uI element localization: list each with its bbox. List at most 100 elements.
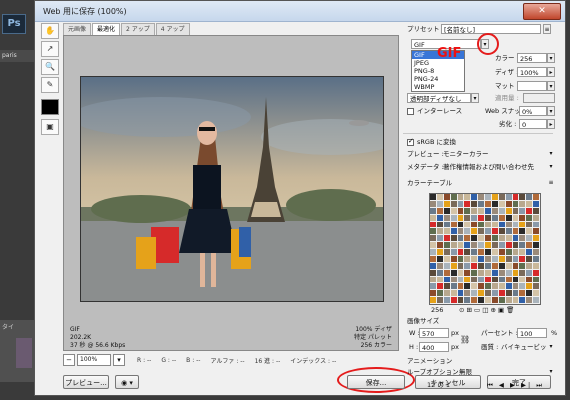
color-swatch[interactable] xyxy=(471,200,479,208)
color-swatch[interactable] xyxy=(533,242,540,249)
color-swatch[interactable] xyxy=(505,242,513,249)
color-swatch[interactable] xyxy=(505,283,513,291)
color-swatch[interactable] xyxy=(533,283,540,291)
color-swatch[interactable] xyxy=(464,283,472,291)
metadata-dropdown-icon[interactable]: ▾ xyxy=(547,162,555,172)
color-swatch[interactable] xyxy=(498,221,506,229)
loop-options-select[interactable]: 無限 xyxy=(457,367,547,377)
color-swatch[interactable] xyxy=(526,228,534,236)
color-swatch[interactable] xyxy=(450,297,458,304)
color-swatch[interactable] xyxy=(450,290,458,298)
color-swatch[interactable] xyxy=(519,207,527,215)
color-swatch[interactable] xyxy=(485,242,492,249)
color-swatch[interactable] xyxy=(526,194,534,201)
color-swatch[interactable] xyxy=(430,249,437,256)
color-swatch[interactable] xyxy=(512,228,520,236)
color-swatch[interactable] xyxy=(471,194,479,201)
color-swatch[interactable] xyxy=(526,262,534,270)
color-swatch[interactable] xyxy=(498,269,506,277)
color-swatch[interactable] xyxy=(450,283,458,291)
color-swatch[interactable] xyxy=(471,276,479,284)
color-swatch[interactable] xyxy=(457,207,465,215)
animation-controls[interactable]: ⏮ ◀ ▶ ▶| ⏭ xyxy=(487,379,544,391)
color-swatch[interactable] xyxy=(430,276,437,284)
color-swatch[interactable] xyxy=(519,297,527,304)
color-swatch[interactable] xyxy=(443,283,451,291)
interlace-checkbox[interactable] xyxy=(407,108,414,115)
color-swatch[interactable] xyxy=(478,200,485,208)
color-swatch[interactable] xyxy=(505,290,513,298)
metadata-select[interactable]: 著作権情報および問い合わせ先 xyxy=(441,162,547,172)
color-swatch[interactable] xyxy=(457,194,465,201)
color-swatch[interactable] xyxy=(457,283,465,291)
color-swatch[interactable] xyxy=(533,207,540,215)
color-swatch[interactable] xyxy=(505,262,513,270)
color-swatch[interactable] xyxy=(491,235,499,243)
color-swatch[interactable] xyxy=(526,276,534,284)
color-swatch[interactable] xyxy=(436,242,444,249)
color-swatch[interactable] xyxy=(485,269,492,277)
dither-field[interactable]: 100% xyxy=(517,67,547,77)
tab-2up[interactable]: 2 アップ xyxy=(121,23,155,35)
layer-thumbnail[interactable] xyxy=(16,338,32,368)
color-swatch[interactable] xyxy=(471,228,479,236)
color-swatch[interactable] xyxy=(519,242,527,249)
color-swatch[interactable] xyxy=(478,228,485,236)
color-swatch[interactable] xyxy=(457,214,465,222)
colors-field[interactable]: 256 xyxy=(517,53,547,63)
width-field[interactable]: 570 xyxy=(419,328,449,338)
dither-dropdown-icon[interactable]: ▸ xyxy=(547,67,555,77)
slice-select-icon[interactable]: ↗ xyxy=(41,41,59,57)
color-swatch[interactable] xyxy=(519,262,527,270)
color-swatch[interactable] xyxy=(533,214,540,222)
srgb-checkbox[interactable] xyxy=(407,137,414,146)
web-snap-field[interactable]: 0% xyxy=(519,106,547,116)
color-swatch[interactable] xyxy=(471,255,479,263)
color-swatch[interactable] xyxy=(519,200,527,208)
color-swatch[interactable] xyxy=(457,242,465,249)
color-swatch[interactable] xyxy=(485,276,492,284)
color-swatch[interactable] xyxy=(505,214,513,222)
color-swatch[interactable] xyxy=(436,221,444,229)
color-swatch[interactable] xyxy=(443,228,451,236)
color-swatch[interactable] xyxy=(485,235,492,243)
matte-field[interactable] xyxy=(517,81,547,91)
web-snap-dropdown-icon[interactable]: ▾ xyxy=(547,106,555,116)
color-swatch[interactable] xyxy=(485,228,492,236)
color-swatch[interactable] xyxy=(457,255,465,263)
color-swatch[interactable] xyxy=(430,207,437,215)
color-swatch[interactable] xyxy=(533,228,540,236)
color-swatch[interactable] xyxy=(512,255,520,263)
lossy-field[interactable]: 0 xyxy=(519,119,547,129)
color-swatch[interactable] xyxy=(471,297,479,304)
color-swatch[interactable] xyxy=(464,194,472,201)
color-swatch[interactable] xyxy=(443,269,451,277)
tab-optimized[interactable]: 最適化 xyxy=(92,23,121,35)
color-swatch[interactable] xyxy=(450,255,458,263)
color-swatch[interactable] xyxy=(491,262,499,270)
color-swatch[interactable] xyxy=(491,269,499,277)
percent-field[interactable]: 100 xyxy=(517,328,547,338)
color-swatch[interactable] xyxy=(491,283,499,291)
color-swatch[interactable] xyxy=(512,207,520,215)
color-swatch[interactable] xyxy=(464,269,472,277)
color-swatch[interactable] xyxy=(533,297,540,304)
color-swatch[interactable] xyxy=(533,194,540,201)
transparency-dither-select[interactable]: 透明部ディザなし xyxy=(407,93,471,103)
color-swatch[interactable] xyxy=(485,262,492,270)
color-swatch[interactable] xyxy=(491,255,499,263)
color-swatch[interactable] xyxy=(519,276,527,284)
color-swatch[interactable] xyxy=(450,207,458,215)
color-swatch[interactable] xyxy=(450,235,458,243)
link-chain-icon[interactable]: ⛓ xyxy=(460,334,470,346)
color-swatch[interactable] xyxy=(485,283,492,291)
color-swatch[interactable] xyxy=(471,214,479,222)
color-swatch[interactable] xyxy=(443,276,451,284)
color-swatch[interactable] xyxy=(478,221,485,229)
toggle-slices-icon[interactable]: ▣ xyxy=(41,119,59,135)
color-swatch[interactable] xyxy=(491,221,499,229)
color-swatch[interactable] xyxy=(464,290,472,298)
color-swatch[interactable] xyxy=(491,249,499,256)
zoom-icon[interactable]: 🔍 xyxy=(41,59,59,75)
color-swatch[interactable] xyxy=(464,214,472,222)
